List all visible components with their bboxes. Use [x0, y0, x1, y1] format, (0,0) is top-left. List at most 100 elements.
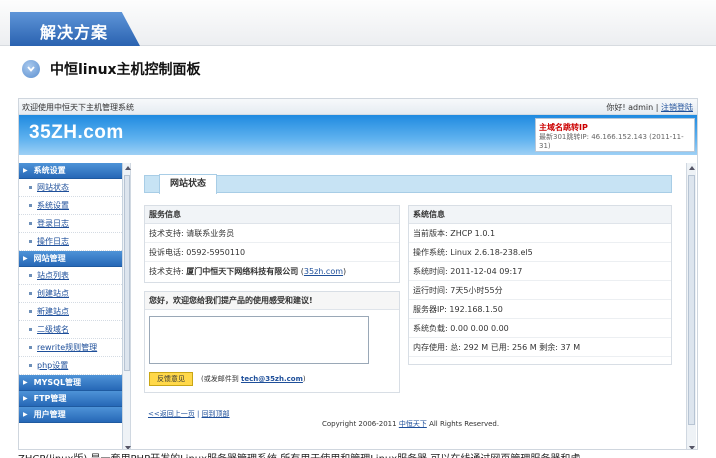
- bullet-icon: [29, 328, 32, 331]
- bullet-icon: [29, 274, 32, 277]
- triangle-right-icon: ▶: [23, 255, 28, 262]
- sidebar-item-label: 操作日志: [37, 237, 69, 246]
- company-row: 技术支持: 厦门中恒天下网络科技有限公司 (35zh.com): [149, 267, 347, 276]
- sidebar-group-label: 用户管理: [33, 410, 66, 419]
- copyright-link[interactable]: 中恒天下: [399, 420, 427, 428]
- sidebar-item[interactable]: 站点列表: [19, 267, 122, 285]
- chevron-down-icon: [22, 60, 40, 78]
- main-content: 网站状态 服务信息 技术支持: 请联系业务员 投诉电话: 0592-595011…: [132, 163, 685, 449]
- company-name: 厦门中恒天下网络科技有限公司: [186, 267, 299, 276]
- sidebar-item[interactable]: 网站状态: [19, 179, 122, 197]
- sidebar-group-label: FTP管理: [33, 394, 67, 403]
- sidebar-item[interactable]: rewrite规则管理: [19, 339, 122, 357]
- system-info-row: 系统负载: 0.00 0.00 0.00: [409, 319, 671, 338]
- sidebar-group-header[interactable]: ▶ FTP管理: [19, 391, 122, 407]
- service-info-title: 服务信息: [145, 206, 399, 224]
- feedback-button[interactable]: 反馈意见: [149, 372, 193, 386]
- link-separator: |: [196, 410, 200, 418]
- system-info-title: 系统信息: [409, 206, 671, 224]
- sidebar-group-label: 网站管理: [33, 254, 66, 263]
- scroll-up-icon[interactable]: [689, 166, 695, 170]
- system-info-row: 当前版本: ZHCP 1.0.1: [409, 224, 671, 243]
- feedback-textarea[interactable]: [149, 316, 369, 364]
- sidebar-item[interactable]: 二级域名: [19, 321, 122, 339]
- system-info-row: 系统时间: 2011-12-04 09:17: [409, 262, 671, 281]
- copyright: Copyright 2006-2011 中恒天下 All Rights Rese…: [322, 419, 499, 429]
- copyright-suffix: All Rights Reserved.: [429, 420, 500, 428]
- feedback-title: 您好，欢迎您给我们提产品的使用感受和建议!: [145, 292, 399, 310]
- banner-tab: 解决方案: [10, 12, 140, 46]
- bullet-icon: [29, 310, 32, 313]
- sidebar-item-label: 创建站点: [37, 289, 69, 298]
- user-info: 你好! admin | 注销登陆: [606, 102, 693, 113]
- sidebar-group-header[interactable]: ▶ MYSQL管理: [19, 375, 122, 391]
- feedback-note: (或发邮件到 tech@35zh.com): [201, 374, 306, 384]
- bullet-icon: [29, 186, 32, 189]
- system-info-row: 操作系统: Linux 2.6.18-238.el5: [409, 243, 671, 262]
- sidebar-scrollbar[interactable]: [123, 163, 131, 449]
- feedback-panel: 您好，欢迎您给我们提产品的使用感受和建议! 反馈意见 (或发邮件到 tech@3…: [144, 291, 400, 393]
- feedback-email[interactable]: tech@35zh.com: [241, 375, 303, 383]
- logout-link[interactable]: 注销登陆: [661, 103, 693, 112]
- system-info-row: 运行时间: 7天5小时55分: [409, 281, 671, 300]
- triangle-right-icon: ▶: [23, 167, 28, 174]
- sidebar-item-label: 新建站点: [37, 307, 69, 316]
- service-info-panel: 服务信息 技术支持: 请联系业务员 投诉电话: 0592-5950110 技术支…: [144, 205, 400, 283]
- sidebar-item[interactable]: php设置: [19, 357, 122, 375]
- banner-title: 解决方案: [40, 23, 109, 42]
- greeting: 你好!: [606, 103, 626, 112]
- system-info-row: 内存使用: 总: 292 M 已用: 256 M 剩余: 37 M: [409, 338, 671, 357]
- scroll-down-icon[interactable]: [689, 446, 695, 449]
- bullet-icon: [29, 240, 32, 243]
- feedback-note-prefix: (或发邮件到: [201, 375, 239, 383]
- sidebar-item-label: 站点列表: [37, 271, 69, 280]
- bullet-icon: [29, 222, 32, 225]
- main-scrollbar[interactable]: [686, 163, 696, 449]
- back-links: <<返回上一页 | 回到顶部: [148, 409, 230, 419]
- sidebar-item[interactable]: 系统设置: [19, 197, 122, 215]
- description-text: ZHCP(linux版) 是一套用PHP开发的Linux服务器管理系统,所有用于…: [18, 450, 580, 458]
- sidebar-group-header[interactable]: ▶ 用户管理: [19, 407, 122, 423]
- bullet-icon: [29, 292, 32, 295]
- company-link[interactable]: 35zh.com: [304, 267, 343, 276]
- scrollbar-thumb[interactable]: [124, 175, 130, 371]
- scrollbar-thumb[interactable]: [688, 175, 695, 425]
- sidebar-item-label: php设置: [37, 361, 69, 370]
- page: 解决方案 中恒linux主机控制面板 欢迎使用中恒天下主机管理系统 你好! ad…: [0, 0, 716, 458]
- bullet-icon: [29, 204, 32, 207]
- sidebar-group-label: 系统设置: [33, 166, 66, 175]
- sidebar-group-header[interactable]: ▶ 网站管理: [19, 251, 122, 267]
- notice-box: 主域名跳转IP 最新301跳转IP: 46.166.152.143 (2011-…: [535, 118, 695, 152]
- section-title: 中恒linux主机控制面板: [50, 62, 201, 78]
- sidebar-group-header[interactable]: ▶ 系统设置: [19, 163, 122, 179]
- sidebar-item[interactable]: 操作日志: [19, 233, 122, 251]
- back-prev-link[interactable]: <<返回上一页: [148, 410, 195, 418]
- panel-topbar: 欢迎使用中恒天下主机管理系统 你好! admin | 注销登陆: [19, 99, 697, 115]
- tab-strip: 网站状态: [144, 174, 672, 194]
- copyright-text: Copyright 2006-2011: [322, 420, 397, 428]
- tab-site-status[interactable]: 网站状态: [159, 174, 217, 194]
- sidebar-item[interactable]: 新建站点: [19, 303, 122, 321]
- triangle-right-icon: ▶: [23, 411, 28, 418]
- sidebar-item-label: 系统设置: [37, 201, 69, 210]
- logo: 35ZH.com: [29, 122, 124, 143]
- triangle-right-icon: ▶: [23, 379, 28, 386]
- feedback-note-suffix: ): [302, 375, 306, 383]
- sidebar-group-label: MYSQL管理: [33, 378, 82, 387]
- username: admin: [628, 103, 654, 112]
- sidebar: ▶ 系统设置 网站状态 系统设置 登录日志 操作日志 ▶ 网站管理 站点列表 创建站点 新建站点 二级…: [19, 163, 123, 449]
- bullet-icon: [29, 364, 32, 367]
- sidebar-item-label: 登录日志: [37, 219, 69, 228]
- complaint-row: 投诉电话: 0592-5950110: [145, 243, 399, 262]
- notice-text: 最新301跳转IP: 46.166.152.143 (2011-11-31): [539, 133, 684, 150]
- sidebar-item-label: 二级域名: [37, 325, 69, 334]
- sidebar-item[interactable]: 登录日志: [19, 215, 122, 233]
- sidebar-item[interactable]: 创建站点: [19, 285, 122, 303]
- sidebar-item-label: 网站状态: [37, 183, 69, 192]
- scroll-up-icon[interactable]: [125, 166, 131, 170]
- bullet-icon: [29, 346, 32, 349]
- top-banner: 解决方案: [0, 0, 716, 46]
- back-top-link[interactable]: 回到顶部: [202, 410, 230, 418]
- logo-band: 35ZH.com 主域名跳转IP 最新301跳转IP: 46.166.152.1…: [19, 115, 697, 155]
- company-label: 技术支持:: [149, 267, 184, 276]
